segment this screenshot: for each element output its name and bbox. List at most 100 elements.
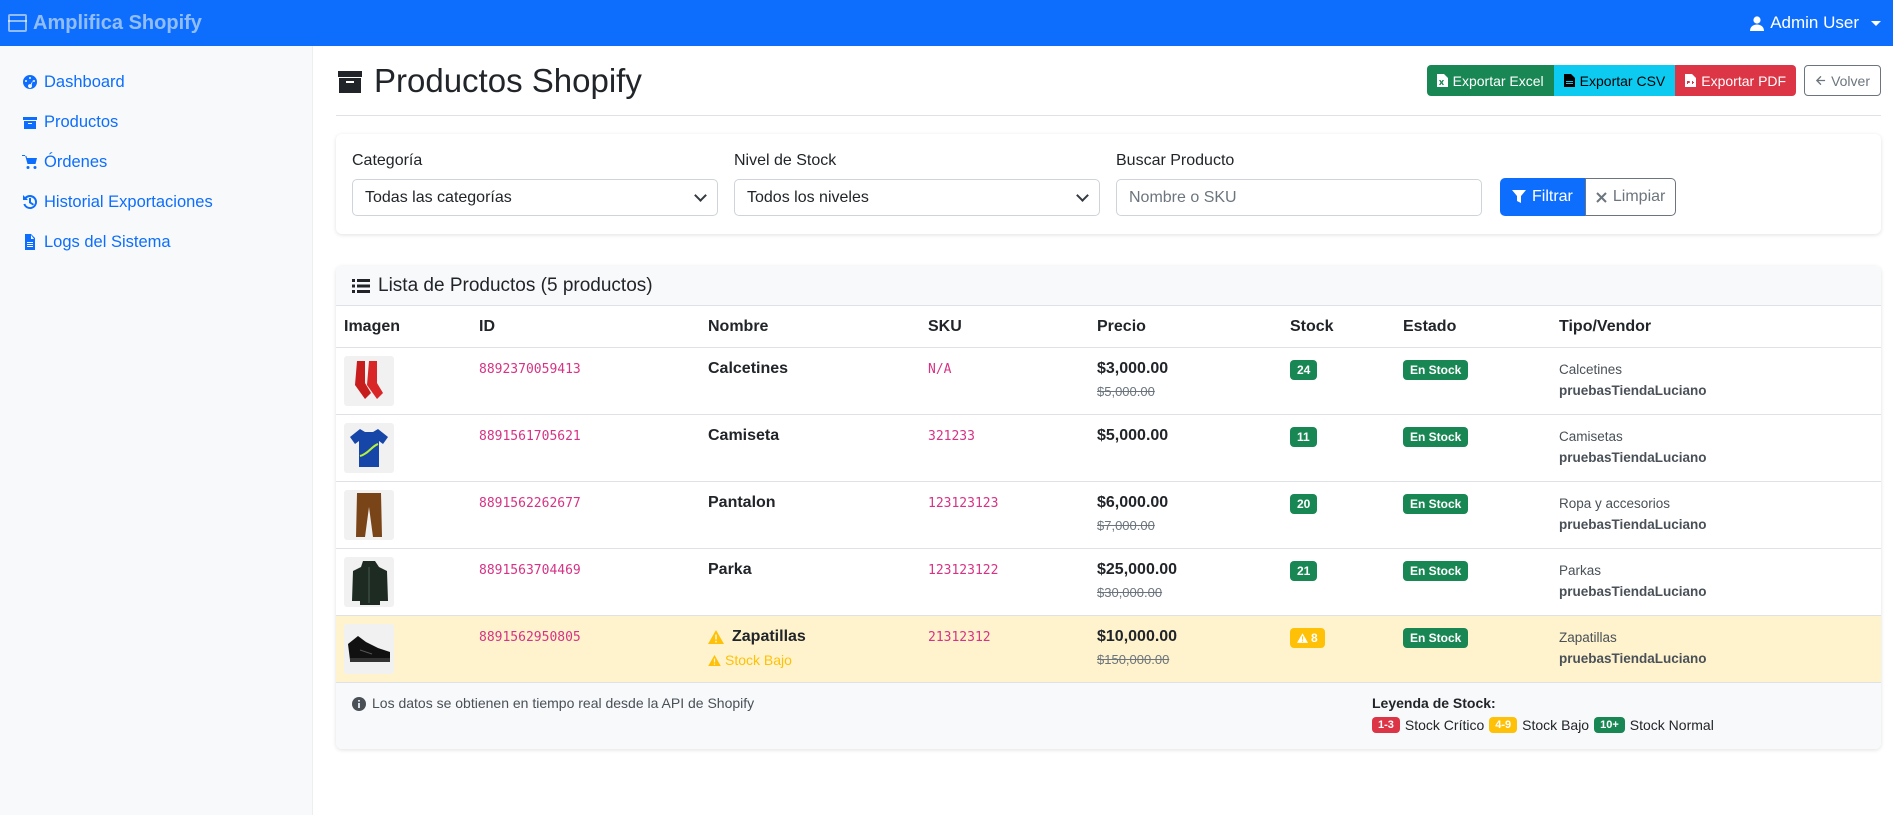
product-name: Pantalon <box>708 494 776 511</box>
list-icon <box>352 278 370 293</box>
caret-down-icon <box>1871 20 1881 26</box>
filter-button[interactable]: Filtrar <box>1500 178 1585 216</box>
product-image-parka <box>344 557 394 607</box>
product-old-price: $30,000.00 <box>1097 585 1163 600</box>
sidebar-item-dashboard[interactable]: Dashboard <box>0 62 312 102</box>
column-header[interactable]: Stock <box>1290 318 1403 336</box>
info-icon <box>352 697 366 711</box>
file-pdf-icon <box>1685 74 1697 87</box>
column-header[interactable]: Estado <box>1403 318 1559 336</box>
product-price: $10,000.00 <box>1097 628 1178 645</box>
status-badge: En Stock <box>1403 628 1469 648</box>
legend-normal-label: Stock Normal <box>1629 717 1714 733</box>
table-footer: Los datos se obtienen en tiempo real des… <box>336 683 1881 749</box>
product-vendor: pruebasTiendaLuciano <box>1559 517 1707 532</box>
stock-badge: 24 <box>1290 360 1318 380</box>
column-header[interactable]: ID <box>479 318 708 336</box>
table-row[interactable]: 8891562950805 Zapatillas Stock Bajo 2131… <box>336 616 1881 683</box>
export-pdf-button[interactable]: Exportar PDF <box>1675 65 1797 96</box>
table-row[interactable]: 8892370059413 Calcetines N/A $3,000.00 $… <box>336 348 1881 415</box>
table-row[interactable]: 8891562262677 Pantalon 123123123 $6,000.… <box>336 482 1881 549</box>
user-name: Admin User <box>1770 13 1859 32</box>
user-icon <box>1750 15 1765 31</box>
page-header: Productos Shopify Exportar Excel Exporta… <box>336 46 1881 116</box>
sidebar-item-productos[interactable]: Productos <box>0 102 312 142</box>
product-price: $6,000.00 <box>1097 494 1169 511</box>
search-filter: Buscar Producto Nombre o SKU <box>1116 152 1482 216</box>
table-row[interactable]: 8891561705621 Camiseta 321233 $5,000.00 … <box>336 415 1881 482</box>
clear-button[interactable]: Limpiar <box>1584 178 1677 216</box>
product-id: 8891561705621 <box>479 429 581 444</box>
legend-critical-badge: 1-3 <box>1372 717 1400 733</box>
sidebar-item-historial[interactable]: Historial Exportaciones <box>0 182 312 222</box>
sidebar-item-label: Logs del Sistema <box>44 232 171 251</box>
product-name: Calcetines <box>708 360 789 377</box>
sidebar: Dashboard Productos Órdenes Historial Ex… <box>0 46 313 815</box>
status-badge: En Stock <box>1403 427 1469 447</box>
export-buttons: Exportar Excel Exportar CSV Exportar PDF… <box>1426 65 1881 96</box>
stock-legend: Leyenda de Stock: 1-3 Stock Crítico 4-9 … <box>1372 695 1714 737</box>
export-excel-button[interactable]: Exportar Excel <box>1426 65 1554 96</box>
product-id: 8892370059413 <box>479 362 581 377</box>
column-header[interactable]: SKU <box>928 318 1097 336</box>
brand-link[interactable]: Amplifica Shopify <box>8 12 202 35</box>
product-id: 8891563704469 <box>479 563 581 578</box>
product-name: Camiseta <box>708 427 780 444</box>
back-button[interactable]: Volver <box>1804 65 1881 96</box>
user-menu[interactable]: Admin User <box>1750 13 1881 33</box>
search-placeholder: Nombre o SKU <box>1129 188 1237 206</box>
product-name-wrapper: Zapatillas <box>708 628 928 646</box>
column-header[interactable]: Tipo/Vendor <box>1559 318 1881 336</box>
product-old-price: $150,000.00 <box>1097 652 1170 667</box>
product-type: Zapatillas <box>1559 630 1617 645</box>
product-price: $3,000.00 <box>1097 360 1169 377</box>
product-sku: N/A <box>928 362 952 377</box>
top-navbar: Amplifica Shopify Admin User <box>0 0 1893 46</box>
search-input[interactable]: Nombre o SKU <box>1116 179 1482 216</box>
filter-button-label: Filtrar <box>1532 188 1573 205</box>
category-select[interactable]: Todas las categorías <box>352 179 718 216</box>
product-vendor: pruebasTiendaLuciano <box>1559 651 1707 666</box>
box-icon <box>23 117 37 129</box>
legend-low-badge: 4-9 <box>1489 717 1518 733</box>
clear-button-label: Limpiar <box>1612 188 1666 205</box>
legend-low-label: Stock Bajo <box>1522 717 1590 733</box>
stock-badge: 21 <box>1290 561 1318 581</box>
product-type: Calcetines <box>1559 362 1623 377</box>
filter-actions: Filtrar Limpiar <box>1500 152 1677 216</box>
tachometer-icon <box>23 75 37 89</box>
back-label: Volver <box>1831 72 1870 89</box>
product-vendor: pruebasTiendaLuciano <box>1559 584 1707 599</box>
table-title: Lista de Productos (5 productos) <box>378 274 653 296</box>
filter-panel: Categoría Todas las categorías Nivel de … <box>336 134 1881 234</box>
sidebar-item-ordenes[interactable]: Órdenes <box>0 142 312 182</box>
stock-value: 8 <box>1311 631 1318 645</box>
product-sku: 123123122 <box>928 563 999 578</box>
column-header[interactable]: Imagen <box>336 318 479 336</box>
product-image-shoes <box>344 624 394 674</box>
export-excel-label: Exportar Excel <box>1452 72 1544 89</box>
chevron-down-icon <box>1076 188 1089 202</box>
low-stock-text: Stock Bajo <box>725 652 792 668</box>
cart-icon <box>22 155 37 169</box>
column-header[interactable]: Nombre <box>708 318 928 336</box>
product-type: Camisetas <box>1559 429 1623 444</box>
product-vendor: pruebasTiendaLuciano <box>1559 450 1707 465</box>
product-name: Parka <box>708 561 752 578</box>
sidebar-item-logs[interactable]: Logs del Sistema <box>0 222 312 262</box>
warning-icon <box>708 654 721 666</box>
export-csv-button[interactable]: Exportar CSV <box>1553 65 1676 96</box>
product-sku: 321233 <box>928 429 975 444</box>
stock-level-label: Nivel de Stock <box>734 152 837 169</box>
table-row[interactable]: 8891563704469 Parka 123123122 $25,000.00… <box>336 549 1881 616</box>
page-title: Productos Shopify <box>336 62 642 100</box>
file-icon <box>25 234 35 250</box>
page-title-text: Productos Shopify <box>374 61 642 99</box>
stock-level-select[interactable]: Todos los niveles <box>734 179 1100 216</box>
product-vendor: pruebasTiendaLuciano <box>1559 383 1707 398</box>
table-header-row: Imagen ID Nombre SKU Precio Stock Estado… <box>336 306 1881 348</box>
close-icon <box>1596 191 1607 203</box>
category-label: Categoría <box>352 152 423 169</box>
sidebar-item-label: Dashboard <box>44 72 125 91</box>
column-header[interactable]: Precio <box>1097 318 1290 336</box>
